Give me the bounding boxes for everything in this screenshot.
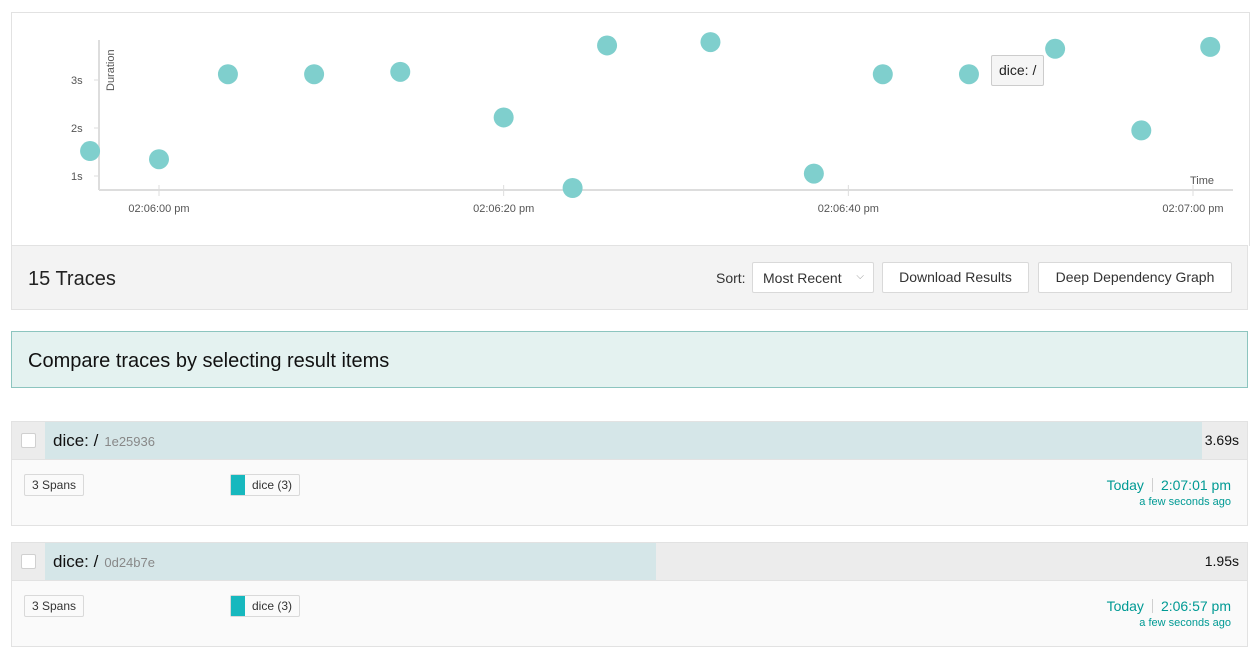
trace-point[interactable] <box>80 141 101 162</box>
date-separator <box>1151 599 1153 613</box>
trace-name-text: dice: / <box>53 431 99 450</box>
point-tooltip: dice: / <box>991 55 1045 86</box>
date-separator <box>1151 478 1153 492</box>
trace-id: 1e25936 <box>104 434 155 449</box>
compare-banner: Compare traces by selecting result items <box>11 331 1248 388</box>
trace-item[interactable]: dice: / 1e25936 3.69s 3 Spans dice (3) To… <box>11 421 1248 526</box>
x-tick-label: 02:06:00 pm <box>128 203 189 215</box>
trace-name[interactable]: dice: / 1e25936 <box>53 431 155 451</box>
trace-point[interactable] <box>562 178 583 198</box>
trace-point[interactable] <box>217 64 238 85</box>
trace-point[interactable] <box>1131 120 1152 141</box>
traces-count: 15 Traces <box>28 268 116 290</box>
sort-select[interactable]: Most Recent ⌵ <box>752 262 874 293</box>
results-header: 15 Traces Sort: Most Recent ⌵ Download R… <box>11 245 1248 310</box>
x-tick-label: 02:06:20 pm <box>473 203 534 215</box>
compare-banner-text: Compare traces by selecting result items <box>28 350 390 372</box>
trace-name-text: dice: / <box>53 552 99 571</box>
spans-count-badge: 3 Spans <box>24 474 85 496</box>
service-tag-label: dice (3) <box>252 478 293 492</box>
download-results-button[interactable]: Download Results <box>882 262 1029 293</box>
trace-relative-time: a few seconds ago <box>1139 496 1231 508</box>
trace-time: 2:06:57 pm <box>1160 598 1231 614</box>
y-tick-label: 1s <box>71 171 83 183</box>
trace-scatter-chart: Duration Time 1s 2s 3s 02:06:00 pm 02:06:20… <box>11 12 1250 246</box>
trace-point[interactable] <box>1200 36 1221 57</box>
scatter-plot-svg: Duration Time 1s 2s 3s 02:06:00 pm 02:06:20… <box>71 32 1233 215</box>
trace-select-checkbox[interactable] <box>21 554 36 569</box>
trace-point[interactable] <box>304 64 325 85</box>
trace-start-date: Today 2:07:01 pm <box>1107 477 1231 493</box>
x-tick-label: 02:07:00 pm <box>1162 203 1223 215</box>
y-tick-label: 2s <box>71 123 83 135</box>
trace-point[interactable] <box>149 149 169 170</box>
trace-point[interactable] <box>700 32 721 53</box>
trace-start-date: Today 2:06:57 pm <box>1107 598 1231 614</box>
trace-relative-time: a few seconds ago <box>1139 617 1231 629</box>
trace-day: Today <box>1106 598 1144 614</box>
x-axis-label: Time <box>1190 175 1214 187</box>
service-tag: dice (3) <box>230 474 301 496</box>
y-tick-label: 3s <box>71 75 83 87</box>
sort-value: Most Recent <box>763 270 842 286</box>
sort-label: Sort: <box>716 270 746 286</box>
x-tick-label: 02:06:40 pm <box>818 203 879 215</box>
trace-point[interactable] <box>390 61 411 82</box>
trace-title-bar[interactable]: dice: / 1e25936 3.69s <box>12 422 1247 460</box>
y-axis-label: Duration <box>105 49 117 91</box>
trace-duration-bar <box>45 422 1202 459</box>
service-color-swatch <box>231 596 245 616</box>
trace-select-cell <box>12 422 45 459</box>
trace-point[interactable] <box>803 163 824 184</box>
trace-point[interactable] <box>1045 38 1066 59</box>
trace-title-bar[interactable]: dice: / 0d24b7e 1.95s <box>12 543 1247 581</box>
trace-item[interactable]: dice: / 0d24b7e 1.95s 3 Spans dice (3) To… <box>11 542 1248 647</box>
trace-select-checkbox[interactable] <box>21 433 36 448</box>
trace-time: 2:07:01 pm <box>1160 477 1231 493</box>
service-color-swatch <box>231 475 245 495</box>
trace-id: 0d24b7e <box>104 555 155 570</box>
trace-point[interactable] <box>597 35 618 56</box>
deep-dependency-graph-button[interactable]: Deep Dependency Graph <box>1038 262 1232 293</box>
trace-point[interactable] <box>958 64 979 85</box>
trace-duration: 3.69s <box>1204 432 1239 448</box>
trace-select-cell <box>12 543 45 580</box>
trace-point[interactable] <box>493 107 514 128</box>
spans-count-badge: 3 Spans <box>24 595 85 617</box>
trace-duration: 1.95s <box>1204 553 1239 569</box>
chevron-down-icon: ⌵ <box>856 271 864 282</box>
trace-point[interactable] <box>872 64 893 85</box>
service-tag-label: dice (3) <box>252 599 293 613</box>
trace-name[interactable]: dice: / 0d24b7e <box>53 552 155 572</box>
service-tag: dice (3) <box>230 595 301 617</box>
trace-day: Today <box>1106 477 1144 493</box>
